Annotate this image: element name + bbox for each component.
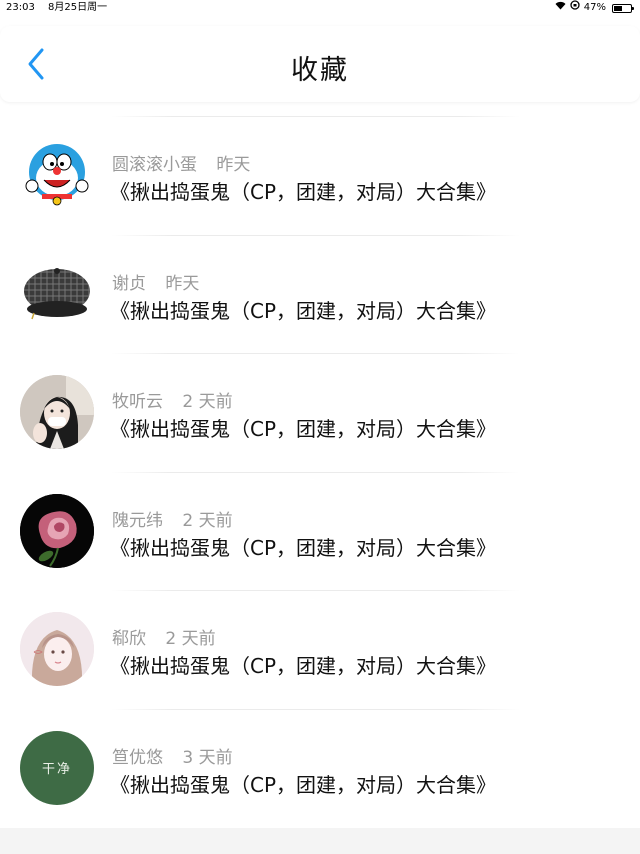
battery-percent: 47%	[583, 2, 606, 13]
timestamp: 2 天前	[165, 629, 216, 649]
avatar-text: 干净	[41, 762, 72, 777]
item-title[interactable]: 《揪出捣蛋鬼（CP，团建，对局）大合集》	[110, 650, 496, 679]
item-meta: 笪优悠 3 天前	[112, 743, 233, 768]
list-item[interactable]: 隗元纬 2 天前 《揪出捣蛋鬼（CP，团建，对局）大合集》	[0, 471, 640, 591]
item-title[interactable]: 《揪出捣蛋鬼（CP，团建，对局）大合集》	[110, 413, 496, 442]
status-right: 47%	[555, 0, 634, 16]
item-meta: 隗元纬 2 天前	[112, 506, 233, 531]
divider	[110, 353, 520, 354]
divider	[110, 708, 520, 710]
item-meta: 牧听云 2 天前	[112, 387, 233, 412]
author-name: 隗元纬	[112, 510, 163, 531]
wifi-icon	[555, 0, 566, 16]
item-title[interactable]: 《揪出捣蛋鬼（CP，团建，对局）大合集》	[110, 532, 496, 561]
rotation-lock-icon	[570, 0, 580, 16]
list-item[interactable]: 郗欣 2 天前 《揪出捣蛋鬼（CP，团建，对局）大合集》	[0, 590, 640, 709]
list-item[interactable]: 谢贞 昨天 《揪出捣蛋鬼（CP，团建，对局）大合集》	[0, 234, 640, 354]
item-meta: 谢贞 昨天	[112, 269, 199, 294]
pink-girl-image	[20, 612, 94, 686]
plaid-cap-image	[24, 267, 90, 319]
nav-bar: 收藏	[0, 26, 640, 102]
status-bar: 23:03 8月25日周一 47%	[0, 0, 640, 16]
avatar[interactable]	[20, 375, 94, 449]
cartoon-robot-cat-image	[25, 144, 89, 206]
status-left: 23:03 8月25日周一	[6, 0, 117, 16]
avatar[interactable]	[20, 493, 94, 568]
timestamp: 3 天前	[182, 747, 233, 768]
author-name: 谢贞	[112, 273, 146, 294]
status-time: 23:03	[6, 2, 35, 13]
list-item[interactable]: 圆滚滚小蛋 昨天 《揪出捣蛋鬼（CP，团建，对局）大合集》	[0, 116, 640, 235]
author-name: 圆滚滚小蛋	[112, 155, 197, 175]
avatar[interactable]	[20, 612, 94, 686]
favorites-list: 圆滚滚小蛋 昨天 《揪出捣蛋鬼（CP，团建，对局）大合集》 谢贞 昨天 《揪出捣…	[0, 116, 640, 827]
avatar[interactable]	[20, 138, 94, 212]
author-name: 牧听云	[112, 392, 163, 412]
divider	[110, 471, 520, 473]
status-date: 8月25日周一	[48, 2, 108, 13]
divider	[110, 590, 520, 591]
item-title[interactable]: 《揪出捣蛋鬼（CP，团建，对局）大合集》	[110, 295, 496, 324]
divider	[110, 234, 520, 236]
timestamp: 2 天前	[182, 392, 233, 412]
avatar[interactable]: 干净	[20, 730, 94, 805]
item-meta: 郗欣 2 天前	[112, 624, 216, 649]
battery-level	[614, 5, 622, 11]
item-title[interactable]: 《揪出捣蛋鬼（CP，团建，对局）大合集》	[110, 176, 496, 205]
item-meta: 圆滚滚小蛋 昨天	[112, 150, 250, 175]
rose-image	[20, 493, 94, 568]
list-item[interactable]: 干净 笪优悠 3 天前 《揪出捣蛋鬼（CP，团建，对局）大合集》	[0, 708, 640, 828]
author-name: 郗欣	[112, 629, 146, 649]
timestamp: 2 天前	[182, 510, 233, 531]
avatar[interactable]	[20, 256, 94, 331]
girl-photo-image	[20, 375, 94, 449]
divider	[110, 116, 520, 117]
page-title: 收藏	[291, 55, 349, 86]
timestamp: 昨天	[165, 273, 200, 294]
battery-icon	[612, 3, 634, 13]
item-title[interactable]: 《揪出捣蛋鬼（CP，团建，对局）大合集》	[110, 769, 496, 798]
author-name: 笪优悠	[112, 747, 163, 768]
list-item[interactable]: 牧听云 2 天前 《揪出捣蛋鬼（CP，团建，对局）大合集》	[0, 353, 640, 472]
timestamp: 昨天	[216, 155, 251, 175]
bottom-area	[0, 828, 640, 854]
